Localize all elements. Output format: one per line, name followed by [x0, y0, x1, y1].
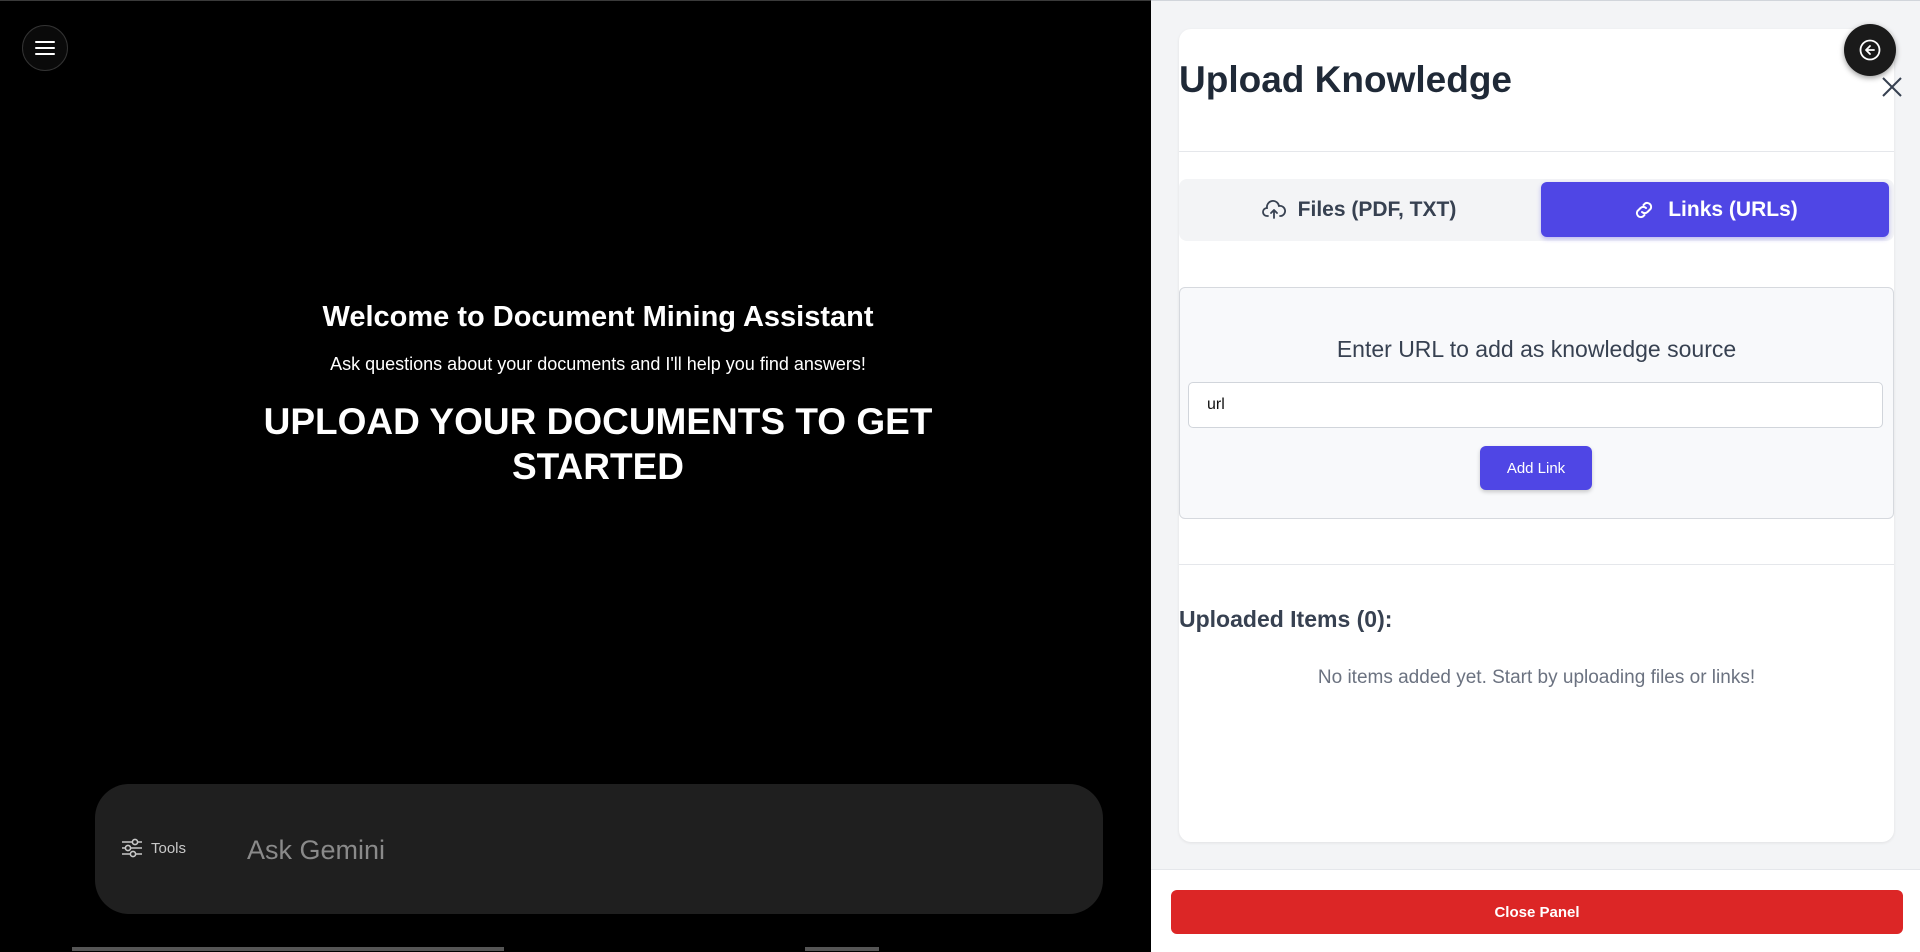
divider [1179, 151, 1894, 152]
scrollbar-track [72, 947, 504, 951]
close-panel-button[interactable]: Close Panel [1171, 890, 1903, 934]
panel-title: Upload Knowledge [1179, 59, 1512, 100]
tools-label: Tools [151, 839, 187, 857]
upload-cta-heading: UPLOAD YOUR DOCUMENTS TO GET STARTED [263, 401, 933, 487]
uploaded-items-title: Uploaded Items (0): [1179, 606, 1393, 632]
scrollbar-thumb[interactable] [805, 947, 879, 951]
welcome-subtitle: Ask questions about your documents and I… [330, 354, 866, 374]
tab-links-label: Links (URLs) [1668, 197, 1798, 221]
cloud-upload-icon [1261, 199, 1286, 219]
collapse-panel-button[interactable] [1844, 24, 1896, 76]
panel-footer: Close Panel [1151, 869, 1920, 952]
upload-knowledge-panel: Upload Knowledge Files (PDF, TXT) Links … [1151, 0, 1920, 952]
tab-links[interactable]: Links (URLs) [1541, 182, 1889, 237]
divider [1179, 564, 1894, 565]
upload-tabs: Files (PDF, TXT) Links (URLs) [1179, 179, 1894, 241]
chat-input-bar: Tools [95, 784, 1103, 914]
arrow-left-circle-icon [1859, 39, 1881, 61]
welcome-title: Welcome to Document Mining Assistant [322, 301, 874, 333]
empty-state-text: No items added yet. Start by uploading f… [1317, 667, 1756, 688]
url-section-label: Enter URL to add as knowledge source [1336, 336, 1737, 362]
upload-card: Upload Knowledge Files (PDF, TXT) Links … [1179, 29, 1902, 842]
tools-button[interactable]: Tools [121, 838, 186, 858]
add-link-button[interactable]: Add Link [1480, 446, 1592, 490]
url-entry-section: Enter URL to add as knowledge source Add… [1179, 287, 1894, 519]
close-icon[interactable] [1879, 74, 1905, 100]
tab-files[interactable]: Files (PDF, TXT) [1179, 182, 1539, 237]
url-input[interactable] [1188, 382, 1883, 428]
link-icon [1636, 201, 1653, 218]
chat-prompt-input[interactable] [245, 824, 1069, 876]
hamburger-menu-icon [35, 41, 55, 55]
menu-button[interactable] [22, 25, 68, 71]
chat-main-area: Welcome to Document Mining Assistant Ask… [0, 0, 1151, 951]
sliders-icon [122, 838, 142, 858]
tab-files-label: Files (PDF, TXT) [1297, 197, 1457, 221]
